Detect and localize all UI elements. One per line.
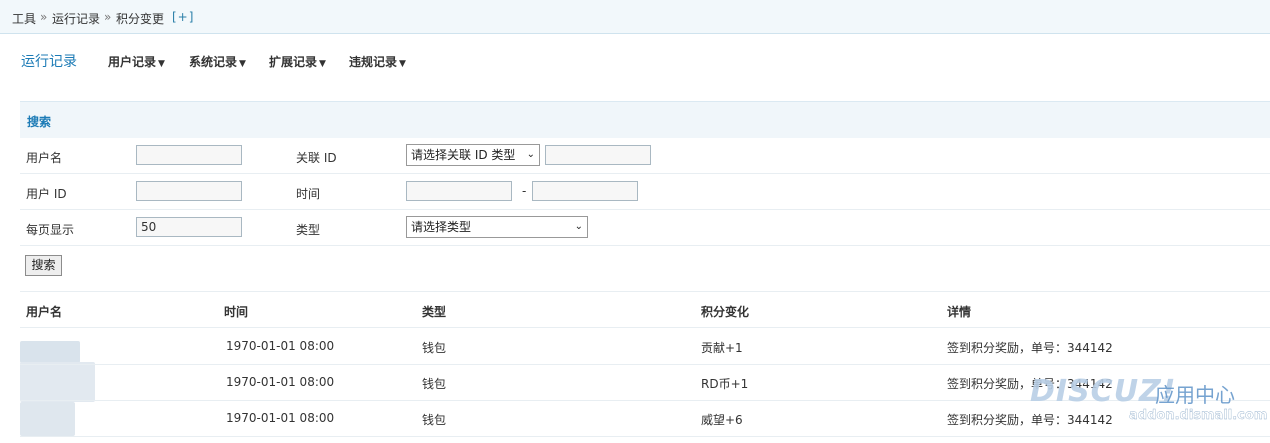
divider <box>20 327 1270 328</box>
user-id-label: 用户 ID <box>26 187 67 201</box>
breadcrumb-separator: » <box>40 10 48 24</box>
col-header-detail: 详情 <box>947 305 972 319</box>
breadcrumb: 工具 » 运行记录 » 积分变更 [+] <box>0 0 1270 34</box>
divider <box>20 364 1270 365</box>
menu-label: 系统记录 <box>189 55 238 69</box>
menu-label: 扩展记录 <box>269 55 318 69</box>
cell-type: 钱包 <box>422 341 447 355</box>
search-button[interactable]: 搜索 <box>25 255 62 276</box>
relation-id-input[interactable] <box>545 145 651 165</box>
cell-type: 钱包 <box>422 413 447 427</box>
time-label: 时间 <box>296 187 321 201</box>
breadcrumb-item-credit-change: 积分变更 <box>116 12 165 26</box>
col-header-type: 类型 <box>422 305 447 319</box>
breadcrumb-item-runlog[interactable]: 运行记录 <box>52 10 100 27</box>
avatar <box>20 362 95 402</box>
select-value: 请选择关联 ID 类型 <box>411 148 516 162</box>
per-page-input[interactable] <box>136 217 242 237</box>
caret-down-icon: ▼ <box>239 59 246 69</box>
divider <box>20 291 1270 292</box>
cell-credit-change: RD币+1 <box>701 377 749 391</box>
menu-label: 违规记录 <box>349 55 398 69</box>
search-heading-bar: 搜索 <box>20 101 1270 138</box>
chevron-down-icon: ⌄ <box>526 149 535 160</box>
add-shortcut-button[interactable]: [+] <box>172 10 194 24</box>
relation-id-label: 关联 ID <box>296 151 337 165</box>
avatar <box>20 402 75 436</box>
caret-down-icon: ▼ <box>399 59 406 69</box>
search-heading: 搜索 <box>27 115 52 129</box>
time-start-input[interactable] <box>406 181 512 201</box>
relation-id-type-select[interactable]: 请选择关联 ID 类型 ⌄ <box>406 144 540 166</box>
cell-time: 1970-01-01 08:00 <box>226 375 335 389</box>
divider <box>20 173 1270 174</box>
per-page-label: 每页显示 <box>26 223 75 237</box>
select-value: 请选择类型 <box>411 220 472 234</box>
col-header-time: 时间 <box>224 305 249 319</box>
chevron-down-icon: ⌄ <box>574 221 583 232</box>
divider <box>20 245 1270 246</box>
cell-detail: 签到积分奖励，单号：344142 <box>947 341 1113 355</box>
caret-down-icon: ▼ <box>319 59 326 69</box>
watermark-url: addon.dismall.com <box>1129 408 1268 423</box>
col-header-username: 用户名 <box>26 305 63 319</box>
breadcrumb-separator: » <box>104 10 112 24</box>
username-label: 用户名 <box>26 151 63 165</box>
menu-system-records[interactable]: 系统记录 ▼ <box>189 53 246 70</box>
user-id-input[interactable] <box>136 181 242 201</box>
cell-time: 1970-01-01 08:00 <box>226 339 335 353</box>
cell-credit-change: 威望+6 <box>701 413 743 427</box>
type-label: 类型 <box>296 223 321 237</box>
caret-down-icon: ▼ <box>158 59 165 69</box>
type-select[interactable]: 请选择类型 ⌄ <box>406 216 588 238</box>
time-end-input[interactable] <box>532 181 638 201</box>
menu-extension-records[interactable]: 扩展记录 ▼ <box>269 53 326 70</box>
cell-time: 1970-01-01 08:00 <box>226 411 335 425</box>
page-title: 运行记录 <box>21 54 77 70</box>
breadcrumb-item-tools[interactable]: 工具 <box>12 10 36 27</box>
menu-user-records[interactable]: 用户记录 ▼ <box>108 53 165 70</box>
cell-type: 钱包 <box>422 377 447 391</box>
avatar <box>20 341 80 363</box>
watermark: DISCUZ! 应用中心 addon.dismall.com <box>1005 372 1268 434</box>
cell-credit-change: 贡献+1 <box>701 341 743 355</box>
col-header-credit-change: 积分变化 <box>701 305 750 319</box>
username-input[interactable] <box>136 145 242 165</box>
time-range-separator: - <box>522 184 527 198</box>
divider <box>20 436 1270 437</box>
menu-violation-records[interactable]: 违规记录 ▼ <box>349 53 406 70</box>
menu-label: 用户记录 <box>108 55 157 69</box>
watermark-title: 应用中心 <box>1155 383 1235 407</box>
divider <box>20 209 1270 210</box>
